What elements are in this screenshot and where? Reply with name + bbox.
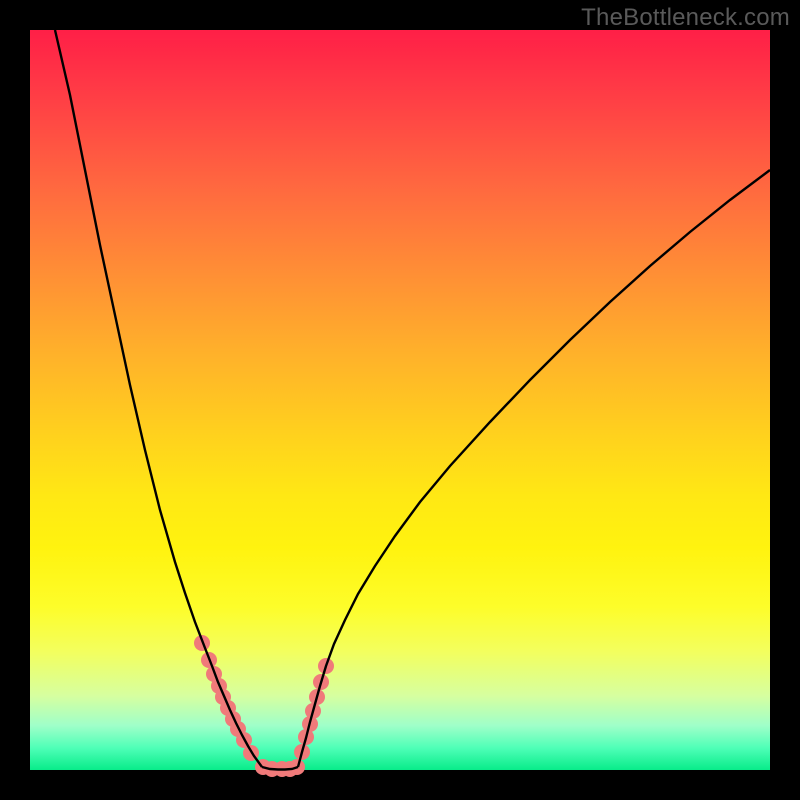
left-curve bbox=[55, 30, 262, 767]
chart-frame: TheBottleneck.com bbox=[0, 0, 800, 800]
chart-svg bbox=[30, 30, 770, 770]
right-curve bbox=[298, 170, 770, 767]
watermark-text: TheBottleneck.com bbox=[581, 4, 790, 32]
marker-group bbox=[194, 635, 334, 777]
